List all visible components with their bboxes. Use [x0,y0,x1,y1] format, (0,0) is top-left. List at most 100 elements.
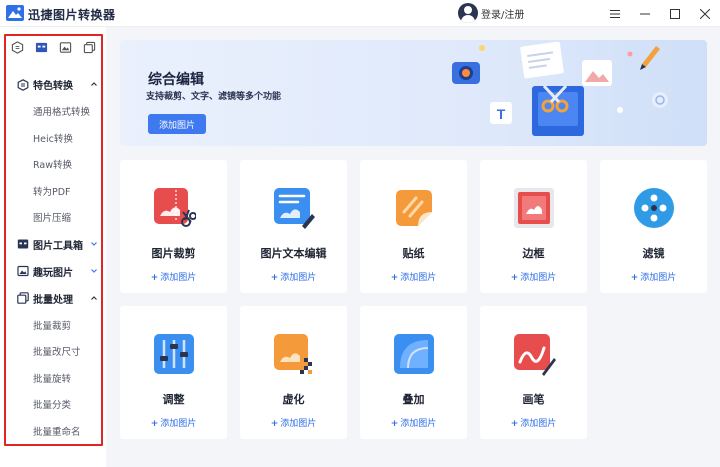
sidebar-section-toolbox[interactable]: 图片工具箱 [6,231,102,258]
sidebar-section-fun-image[interactable]: 趣玩图片 [6,258,102,285]
tab-batch[interactable] [81,39,97,55]
tool-add-image-link[interactable]: + 添加图片 [360,416,467,429]
hexagon-convert-icon [17,78,29,91]
sidebar-item-heic[interactable]: Heic转换 [6,125,102,152]
tool-card-filter[interactable]: 滤镜 + 添加图片 [600,160,707,293]
tool-name: 图片裁剪 [151,247,196,260]
menu-button[interactable] [600,0,630,27]
banner-title: 综合编辑 [148,72,204,88]
tool-name: 调整 [162,393,185,406]
sidebar-section-label: 特色转换 [33,81,73,92]
svg-text:T: T [497,106,506,122]
banner-add-image-button[interactable]: 添加图片 [148,114,206,134]
avatar-icon [458,3,478,23]
plus-icon: + [150,273,159,283]
menu-icon [610,9,620,18]
tool-card-blur[interactable]: 虚化 + 添加图片 [240,306,347,439]
tool-add-image-link[interactable]: + 添加图片 [120,416,227,429]
sidebar-item-batch-rename[interactable]: 批量重命名 [6,418,102,445]
minimize-button[interactable] [630,0,660,27]
brush-icon [514,334,556,376]
tool-name: 叠加 [402,393,425,406]
tool-card-overlay[interactable]: 叠加 + 添加图片 [360,306,467,439]
sidebar-section-batch[interactable]: 批量处理 [6,285,102,312]
sidebar-item-batch-resize[interactable]: 批量改尺寸 [6,338,102,365]
window-controls [600,0,720,27]
banner-illustration-icon: T [452,41,668,136]
chevron-down-icon [91,241,97,246]
sidebar-item-to-pdf[interactable]: 转为PDF [6,178,102,205]
tool-card-adjust[interactable]: 调整 + 添加图片 [120,306,227,439]
sidebar-item-raw[interactable]: Raw转换 [6,151,102,178]
tool-name: 虚化 [282,393,305,406]
tool-add-label: 添加图片 [400,419,437,429]
maximize-icon [670,8,680,19]
tool-add-image-link[interactable]: + 添加图片 [120,270,227,283]
sidebar-section-label: 趣玩图片 [33,267,73,279]
sidebar-item-compress[interactable]: 图片压缩 [6,204,102,231]
tool-name: 图片文本编辑 [260,247,327,260]
maximize-button[interactable] [660,0,690,27]
tab-toolbox[interactable] [34,39,50,55]
toolbox-icon [36,42,48,52]
plus-icon: + [390,419,399,429]
image-icon [59,41,72,53]
sidebar-item-batch-classify[interactable]: 批量分类 [6,391,102,418]
plus-icon: + [510,273,519,283]
tool-add-image-link[interactable]: + 添加图片 [600,270,707,283]
plus-icon: + [150,419,159,429]
tool-name: 贴纸 [402,247,425,260]
tool-card-frame[interactable]: 边框 + 添加图片 [480,160,587,293]
plus-icon: + [390,273,399,283]
tool-add-image-link[interactable]: + 添加图片 [240,416,347,429]
sidebar-section-label: 批量处理 [33,294,73,306]
banner-subtitle: 支持裁剪、文字、滤镜等多个功能 [146,92,282,102]
filter-icon [634,188,674,228]
hexagon-convert-icon [12,40,24,54]
login-label: 登录/注册 [481,9,525,21]
tool-card-text-edit[interactable]: 图片文本编辑 + 添加图片 [240,160,347,293]
tool-add-image-link[interactable]: + 添加图片 [360,270,467,283]
tool-add-label: 添加图片 [160,419,197,429]
plus-icon: + [270,419,279,429]
tool-card-brush[interactable]: 画笔 + 添加图片 [480,306,587,439]
chevron-down-icon [91,268,97,273]
sticker-icon [396,190,432,226]
tool-add-label: 添加图片 [280,273,317,283]
plus-icon: + [510,419,519,429]
tool-add-label: 添加图片 [160,273,197,283]
tool-add-label: 添加图片 [520,273,557,283]
tool-add-label: 添加图片 [280,419,317,429]
image-icon [17,265,29,277]
sidebar-item-general-format[interactable]: 通用格式转换 [6,98,102,125]
comprehensive-edit-banner: 综合编辑 支持裁剪、文字、滤镜等多个功能 添加图片 T [120,40,707,146]
tool-add-image-link[interactable]: + 添加图片 [480,270,587,283]
toolbox-icon [17,239,29,249]
tool-card-sticker[interactable]: 贴纸 + 添加图片 [360,160,467,293]
tool-name: 画笔 [522,393,545,406]
adjust-icon [154,334,194,374]
tool-add-label: 添加图片 [520,419,557,429]
sidebar: 特色转换 通用格式转换 Heic转换 Raw转换 转为PDF 图片压缩 图片工具… [0,27,106,467]
sidebar-nav: 特色转换 通用格式转换 Heic转换 Raw转换 转为PDF 图片压缩 图片工具… [6,71,102,444]
tool-add-label: 添加图片 [640,273,677,283]
main-content: 综合编辑 支持裁剪、文字、滤镜等多个功能 添加图片 T 图片裁剪 + 添加图片 … [106,27,720,467]
tool-card-crop[interactable]: 图片裁剪 + 添加图片 [120,160,227,293]
tool-add-image-link[interactable]: + 添加图片 [240,270,347,283]
close-icon [700,8,710,19]
tool-add-label: 添加图片 [400,273,437,283]
app-logo-icon [6,5,24,21]
sidebar-section-special-convert[interactable]: 特色转换 [6,71,102,98]
sidebar-item-batch-rotate[interactable]: 批量旋转 [6,365,102,392]
sidebar-item-batch-crop[interactable]: 批量裁剪 [6,312,102,339]
tab-convert[interactable] [10,39,26,55]
sidebar-section-label: 图片工具箱 [33,240,83,252]
plus-icon: + [630,273,639,283]
layers-icon [17,292,29,304]
text-edit-icon [274,188,315,229]
tab-fun-image[interactable] [57,39,73,55]
login-button[interactable]: 登录/注册 [458,3,524,23]
close-button[interactable] [690,0,720,27]
overlay-icon [394,334,434,374]
tool-add-image-link[interactable]: + 添加图片 [480,416,587,429]
